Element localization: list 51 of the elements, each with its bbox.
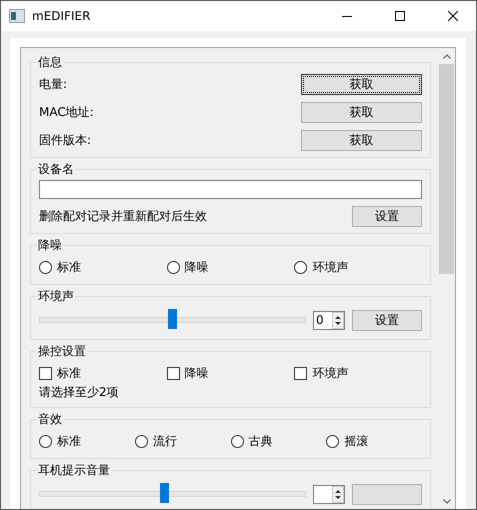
set-button[interactable]: 设置 — [352, 206, 422, 226]
option-label: 环境声 — [312, 364, 348, 382]
group-title: 耳机提示音量 — [37, 462, 111, 479]
app-icon — [9, 9, 25, 23]
radio-button[interactable] — [166, 260, 180, 274]
radio-button[interactable] — [294, 260, 308, 274]
get-button[interactable]: 获取 — [301, 74, 422, 94]
radio-button[interactable] — [39, 434, 52, 448]
option-label: 环境声 — [312, 258, 348, 276]
radio-button[interactable] — [39, 260, 52, 274]
window-title: mEDIFIER — [32, 9, 92, 23]
maximize-icon — [395, 11, 405, 21]
group-title: 降噪 — [37, 237, 63, 254]
scroll-down-icon[interactable] — [442, 498, 450, 504]
get-button[interactable]: 获取 — [301, 102, 422, 122]
group-title: 操控设置 — [37, 343, 87, 360]
scrollbar-thumb[interactable] — [439, 64, 454, 274]
slider-handle[interactable] — [168, 309, 176, 329]
hint-text: 请选择至少2项 — [39, 384, 120, 401]
hint-text: 删除配对记录并重新配对后生效 — [39, 208, 207, 224]
radio-button[interactable] — [134, 434, 148, 448]
scroll-up-icon[interactable] — [442, 54, 450, 58]
option-label: 标准 — [57, 364, 81, 382]
group-title: 环境声 — [37, 288, 75, 305]
checkbox[interactable] — [39, 366, 52, 380]
field-label: 固件版本: — [39, 132, 92, 148]
group-title: 信息 — [37, 54, 63, 71]
spin-box[interactable]: 0 — [313, 310, 345, 330]
option-label: 摇滚 — [344, 432, 368, 450]
option-label: 降噪 — [184, 258, 209, 276]
field-label: 电量: — [39, 76, 68, 92]
get-button[interactable]: 获取 — [301, 130, 422, 150]
option-label: 流行 — [152, 432, 177, 450]
field-label: MAC地址: — [39, 104, 94, 120]
slider-handle[interactable] — [160, 483, 169, 503]
option-label: 标准 — [57, 258, 81, 276]
spin-arrows-icon[interactable] — [332, 486, 344, 502]
option-label: 标准 — [57, 432, 81, 450]
device-name-field[interactable] — [39, 180, 422, 199]
close-icon — [448, 11, 458, 21]
option-label: 古典 — [248, 432, 272, 450]
group-title: 音效 — [37, 411, 63, 428]
group-title: 设备名 — [37, 161, 75, 178]
set-button[interactable]: 设置 — [352, 310, 422, 330]
spin-box[interactable] — [313, 484, 345, 504]
spin-arrows-icon[interactable] — [332, 312, 344, 328]
radio-button[interactable] — [326, 434, 340, 448]
checkbox[interactable] — [166, 366, 180, 380]
radio-button[interactable] — [230, 434, 244, 448]
checkbox[interactable] — [294, 366, 308, 380]
option-label: 降噪 — [184, 364, 209, 382]
